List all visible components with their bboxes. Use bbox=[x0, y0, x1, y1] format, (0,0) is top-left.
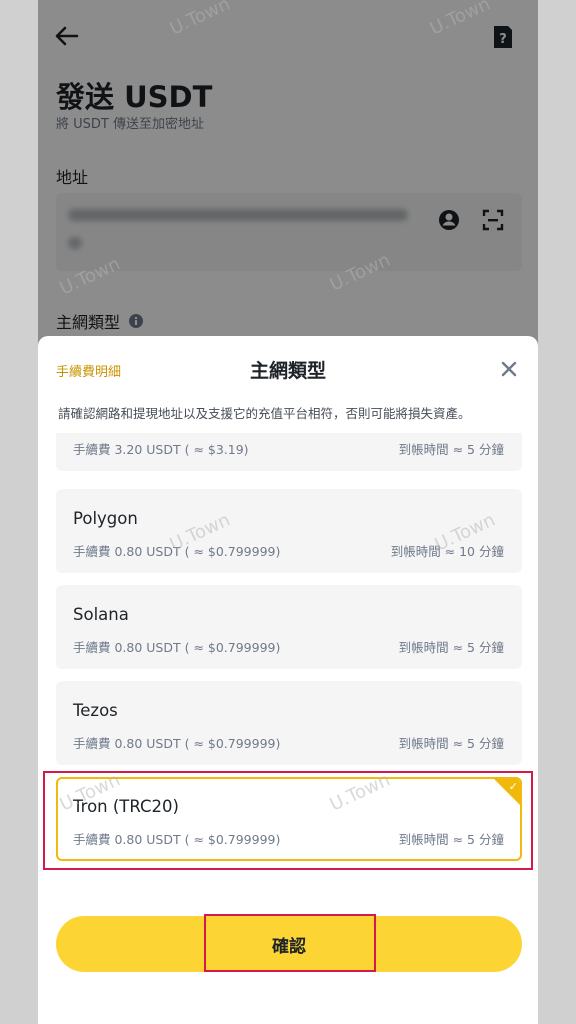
network-fee: 手續費 0.80 USDT ( ≈ $0.799999) bbox=[73, 736, 281, 751]
network-name: Polygon bbox=[73, 509, 138, 528]
network-option-solana[interactable]: Solana 手續費 0.80 USDT ( ≈ $0.799999) 到帳時間… bbox=[56, 585, 522, 669]
selection-highlight-frame bbox=[43, 771, 533, 870]
right-margin bbox=[538, 0, 576, 1024]
network-fee: 手續費 3.20 USDT ( ≈ $3.19) bbox=[73, 442, 249, 457]
phone-screen: ? 發送 USDT 將 USDT 傳送至加密地址 地址 主網類型 手續費明細 主… bbox=[38, 0, 538, 1024]
network-eta: 到帳時間 ≈ 5 分鐘 bbox=[398, 640, 504, 655]
network-eta: 到帳時間 ≈ 5 分鐘 bbox=[398, 442, 504, 457]
sheet-title: 主網類型 bbox=[249, 360, 326, 382]
network-eta: 到帳時間 ≈ 5 分鐘 bbox=[398, 736, 504, 751]
network-name: Tezos bbox=[73, 701, 118, 720]
network-option-tezos[interactable]: Tezos 手續費 0.80 USDT ( ≈ $0.799999) 到帳時間 … bbox=[56, 681, 522, 765]
close-icon[interactable] bbox=[498, 358, 520, 380]
network-name: Solana bbox=[73, 605, 129, 624]
network-option[interactable]: 手續費 3.20 USDT ( ≈ $3.19) 到帳時間 ≈ 5 分鐘 bbox=[56, 433, 522, 471]
left-margin bbox=[0, 0, 38, 1024]
network-fee: 手續費 0.80 USDT ( ≈ $0.799999) bbox=[73, 640, 281, 655]
confirm-highlight-frame bbox=[204, 914, 376, 972]
network-notice: 請確認網路和提現地址以及支援它的充值平台相符，否則可能將損失資產。 bbox=[58, 406, 471, 421]
